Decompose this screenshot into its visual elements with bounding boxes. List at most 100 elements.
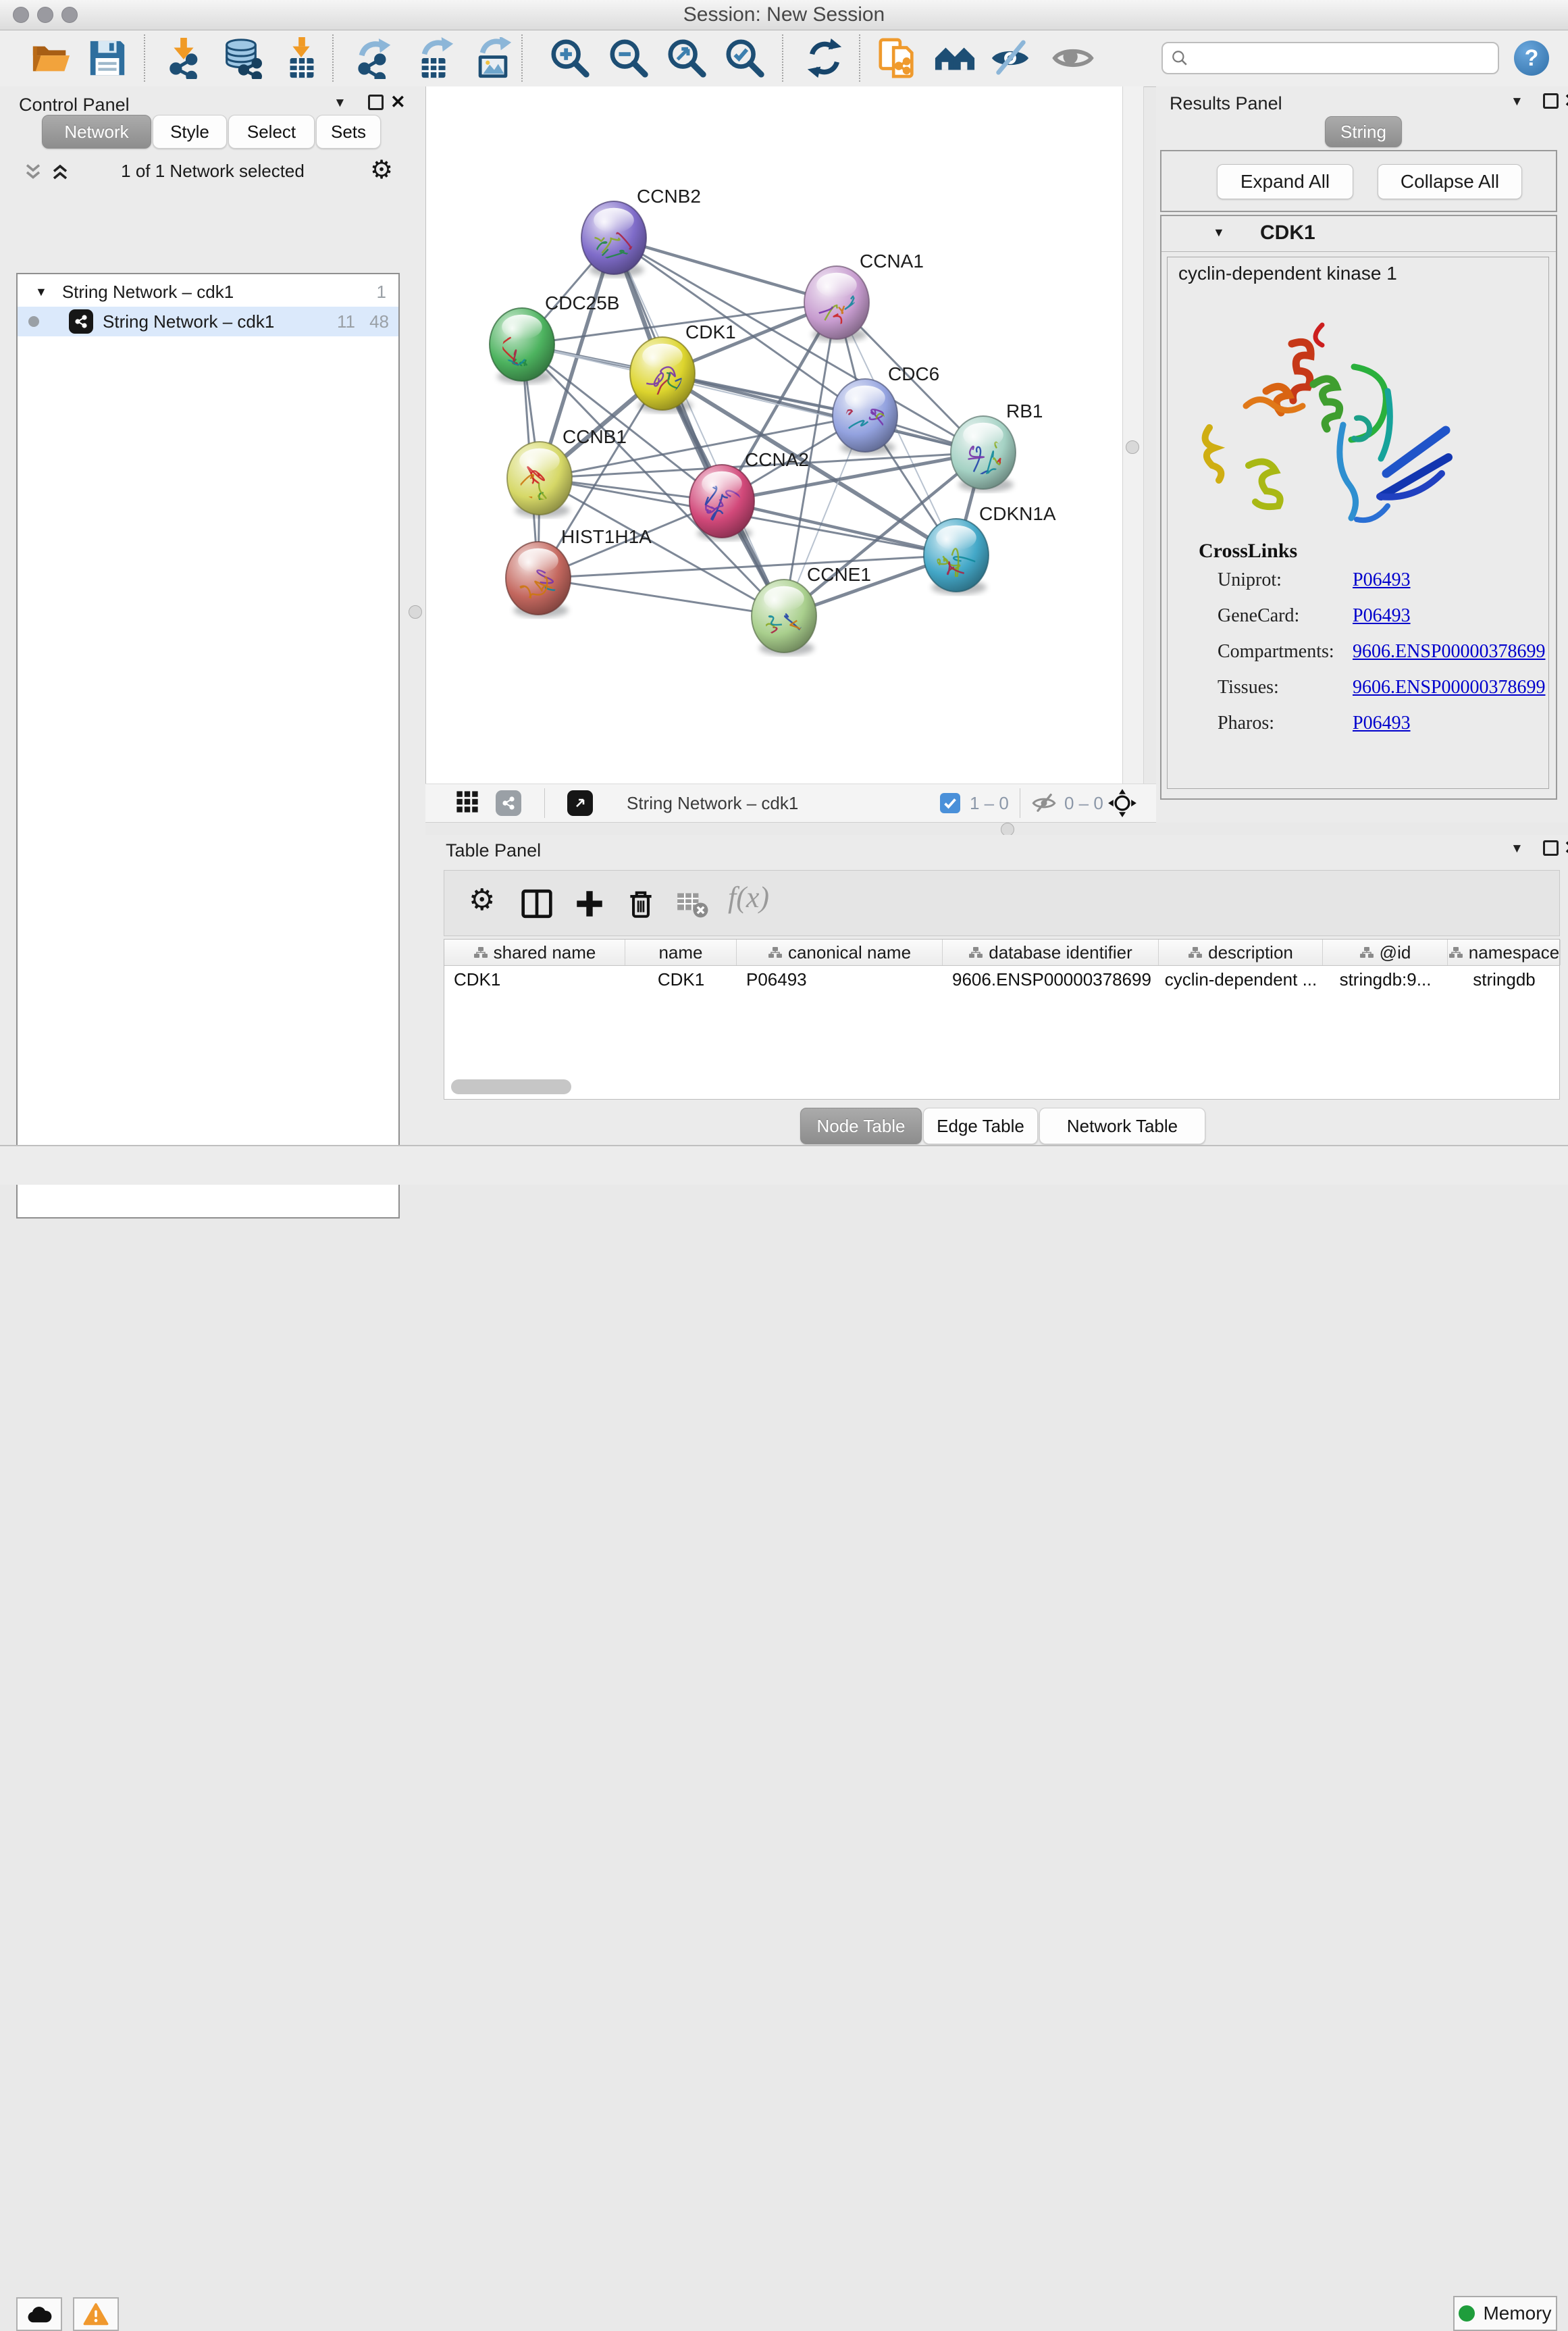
column-header-name[interactable]: name <box>625 940 737 965</box>
results-panel-float-icon[interactable] <box>1543 93 1559 109</box>
crosslink-link[interactable]: P06493 <box>1353 569 1411 591</box>
save-session-icon[interactable] <box>86 37 128 79</box>
network-view-share-icon[interactable] <box>496 790 521 816</box>
refresh-icon[interactable] <box>804 37 845 79</box>
table-cell[interactable]: stringdb <box>1448 967 1561 992</box>
help-button[interactable]: ? <box>1514 41 1549 76</box>
protein-section-caret-icon[interactable]: ▼ <box>1213 226 1225 240</box>
export-image-icon[interactable] <box>472 37 514 79</box>
table-panel-menu-caret-icon[interactable]: ▼ <box>1511 842 1523 856</box>
memory-button[interactable]: Memory <box>1453 2296 1557 2331</box>
tab-edge-table[interactable]: Edge Table <box>923 1108 1038 1144</box>
column-header--id[interactable]: @id <box>1323 940 1448 965</box>
delete-column-trash-icon[interactable] <box>624 887 658 921</box>
crosslink-link[interactable]: P06493 <box>1353 605 1411 627</box>
tab-network-table[interactable]: Network Table <box>1039 1108 1205 1144</box>
network-edge-CCNB2-CCNE1[interactable] <box>614 238 784 616</box>
network-node-CCNA1[interactable] <box>802 266 869 342</box>
protein-section-header[interactable]: ▼ CDK1 <box>1161 216 1556 252</box>
table-hscrollbar-thumb[interactable] <box>451 1079 571 1094</box>
cloud-services-button[interactable] <box>16 2297 62 2331</box>
export-table-icon[interactable] <box>414 37 456 79</box>
right-splitter-handle[interactable] <box>1126 440 1139 454</box>
network-node-CDC25B[interactable] <box>490 308 554 384</box>
results-panel-menu-caret-icon[interactable]: ▼ <box>1511 95 1523 109</box>
warnings-button[interactable] <box>73 2297 119 2331</box>
column-header-namespace[interactable]: namespace <box>1448 940 1561 965</box>
table-splitter-handle[interactable] <box>1001 823 1014 836</box>
network-edge-CCNB2-CCNA1[interactable] <box>614 238 837 303</box>
network-node-CCNB1[interactable] <box>507 442 572 517</box>
network-options-gear-icon[interactable]: ⚙ <box>370 155 393 185</box>
table-cell[interactable]: CDK1 <box>625 967 737 992</box>
tab-network[interactable]: Network <box>42 115 151 149</box>
tab-string[interactable]: String <box>1325 116 1402 147</box>
network-node-CCNB2[interactable] <box>581 201 646 277</box>
table-cell[interactable]: P06493 <box>737 967 943 992</box>
crosslink-link[interactable]: P06493 <box>1353 713 1411 734</box>
control-panel-close-icon[interactable]: ✕ <box>390 93 406 111</box>
network-edge-HIST1H1A-CCNE1[interactable] <box>538 578 784 616</box>
table-cell[interactable]: CDK1 <box>444 967 625 992</box>
network-collection-row[interactable]: ▼ String Network – cdk1 1 <box>18 277 398 307</box>
collapse-all-networks-icon[interactable] <box>23 162 43 186</box>
network-node-CDK1[interactable] <box>630 337 695 413</box>
grid-view-icon[interactable] <box>455 790 479 817</box>
show-columns-icon[interactable] <box>520 887 554 921</box>
column-header-canonical-name[interactable]: canonical name <box>737 940 943 965</box>
table-panel-float-icon[interactable] <box>1543 840 1559 856</box>
tab-sets[interactable]: Sets <box>316 115 381 149</box>
zoom-fit-icon[interactable] <box>666 37 708 79</box>
network-edge-CDKN1A-HIST1H1A[interactable] <box>538 555 956 578</box>
table-cell[interactable]: cyclin-dependent ... <box>1159 967 1323 992</box>
zoom-in-icon[interactable] <box>549 37 591 79</box>
open-session-icon[interactable] <box>30 37 72 79</box>
table-cell[interactable]: stringdb:9... <box>1323 967 1448 992</box>
expand-all-button[interactable]: Expand All <box>1217 164 1353 199</box>
column-header-description[interactable]: description <box>1159 940 1323 965</box>
network-edge-CCNA2-CDKN1A[interactable] <box>722 501 956 555</box>
tab-select[interactable]: Select <box>228 115 315 149</box>
network-node-CCNE1[interactable] <box>752 580 816 655</box>
table-panel-close-icon[interactable]: ✕ <box>1564 839 1568 857</box>
column-header-shared-name[interactable]: shared name <box>444 940 625 965</box>
crosslink-link[interactable]: 9606.ENSP00000378699 <box>1353 641 1545 663</box>
network-vertical-scrollbar[interactable] <box>1122 86 1144 784</box>
network-node-HIST1H1A[interactable] <box>506 542 571 617</box>
column-header-database-identifier[interactable]: database identifier <box>943 940 1159 965</box>
birdseye-navigator-icon[interactable] <box>1107 788 1137 821</box>
network-node-CDC6[interactable] <box>833 379 897 455</box>
first-neighbors-houses-icon[interactable] <box>934 37 976 79</box>
left-splitter-handle[interactable] <box>409 605 422 619</box>
import-network-database-icon[interactable] <box>220 37 262 79</box>
search-input[interactable] <box>1188 47 1498 70</box>
zoom-out-icon[interactable] <box>608 37 650 79</box>
table-settings-gear-icon[interactable]: ⚙ <box>469 886 495 915</box>
control-panel-float-icon[interactable] <box>368 95 384 110</box>
control-panel-menu-caret-icon[interactable]: ▼ <box>334 96 346 111</box>
selected-checkbox-icon[interactable] <box>940 793 960 813</box>
crosslink-link[interactable]: 9606.ENSP00000378699 <box>1353 677 1545 698</box>
collapse-all-button[interactable]: Collapse All <box>1378 164 1522 199</box>
zoom-selected-icon[interactable] <box>724 37 766 79</box>
open-in-window-icon[interactable] <box>567 790 593 816</box>
network-canvas[interactable]: CCNB2CCNA1CDC25BCDK1CDC6RB1CCNB1CCNA2CDK… <box>425 86 1123 784</box>
delete-table-icon[interactable] <box>675 887 709 921</box>
show-all-eye-icon[interactable] <box>1052 37 1094 79</box>
results-panel-close-icon[interactable]: ✕ <box>1564 92 1568 110</box>
tab-style[interactable]: Style <box>153 115 227 149</box>
hidden-eye-slash-icon[interactable] <box>1032 792 1056 817</box>
import-network-file-icon[interactable] <box>163 37 205 79</box>
tab-node-table[interactable]: Node Table <box>800 1108 922 1144</box>
network-row-selected[interactable]: String Network – cdk1 11 48 <box>18 307 398 336</box>
duplicate-network-icon[interactable] <box>877 37 918 79</box>
function-builder-icon[interactable]: f(x) <box>728 880 769 915</box>
network-node-CDKN1A[interactable] <box>924 519 989 594</box>
network-node-RB1[interactable] <box>951 416 1016 492</box>
export-network-icon[interactable] <box>354 37 396 79</box>
hide-selected-eye-icon[interactable] <box>989 37 1031 79</box>
add-column-icon[interactable] <box>573 887 606 921</box>
collection-caret-icon[interactable]: ▼ <box>35 285 47 299</box>
table-cell[interactable]: 9606.ENSP00000378699 <box>943 967 1159 992</box>
import-table-icon[interactable] <box>281 37 323 79</box>
